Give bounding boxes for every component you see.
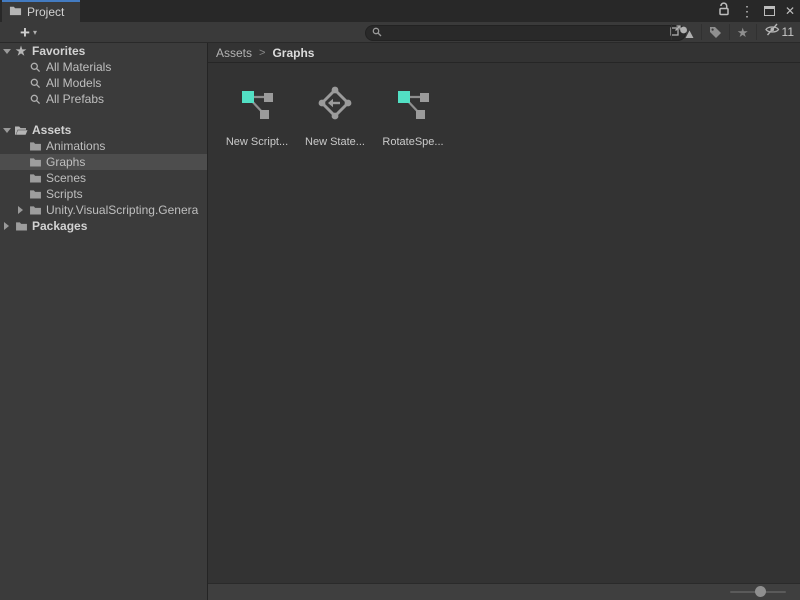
asset-item-rotatespeed[interactable]: RotateSpe... — [376, 86, 450, 148]
sidebar-item-label: Packages — [32, 219, 87, 233]
state-graph-icon — [318, 86, 352, 125]
sidebar-item-label: Scripts — [46, 187, 83, 201]
breadcrumb-assets[interactable]: Assets — [216, 46, 252, 60]
asset-grid: New Script... New State... — [208, 64, 800, 583]
add-asset-button[interactable]: + ▾ — [20, 22, 37, 42]
sidebar-item-graphs[interactable]: Graphs — [0, 154, 207, 170]
asset-label: New Script... — [226, 136, 288, 148]
sidebar-item-all-materials[interactable]: All Materials — [0, 59, 207, 75]
search-input[interactable] — [382, 26, 669, 40]
slider-knob[interactable] — [755, 586, 766, 597]
section-gap — [0, 107, 207, 122]
tab-label: Project — [27, 5, 64, 19]
kebab-menu-icon[interactable]: ⋮ — [740, 4, 754, 18]
asset-item-new-script[interactable]: New Script... — [220, 86, 294, 148]
sidebar-item-label: All Prefabs — [46, 92, 104, 106]
asset-item-new-state[interactable]: New State... — [298, 86, 372, 148]
sidebar-item-label: Favorites — [32, 44, 85, 58]
tab-project[interactable]: Project — [2, 0, 80, 22]
breadcrumb: Assets > Graphs — [208, 43, 800, 63]
search-by-label-icon[interactable] — [702, 22, 729, 42]
sidebar-item-label: Assets — [32, 123, 71, 137]
hidden-count-button[interactable]: 11 — [757, 22, 798, 42]
sidebar-item-unity-visualscripting[interactable]: Unity.VisualScripting.Genera — [0, 202, 207, 218]
status-bar — [208, 583, 800, 600]
sidebar-item-label: Unity.VisualScripting.Genera — [46, 203, 198, 217]
star-icon: ★ — [13, 45, 29, 57]
sidebar-item-scripts[interactable]: Scripts — [0, 186, 207, 202]
asset-label: RotateSpe... — [382, 136, 443, 148]
toolbar: + ▾ ★ — [0, 22, 800, 43]
sidebar-item-label: Scenes — [46, 171, 86, 185]
folder-icon — [9, 3, 22, 21]
maximize-icon[interactable] — [764, 6, 775, 16]
breadcrumb-separator: > — [259, 47, 265, 59]
sidebar-item-label: All Models — [46, 76, 101, 90]
chevron-down-icon[interactable] — [0, 49, 13, 54]
save-search-star-icon[interactable]: ★ — [730, 22, 756, 42]
asset-browser-pane: Assets > Graphs New Script... — [208, 43, 800, 600]
search-icon — [27, 94, 43, 105]
folder-open-icon — [13, 125, 29, 136]
chevron-down-icon[interactable] — [0, 128, 13, 133]
search-icon — [27, 78, 43, 89]
sidebar-item-all-prefabs[interactable]: All Prefabs — [0, 91, 207, 107]
search-icon — [372, 24, 382, 42]
chevron-right-icon[interactable] — [0, 222, 13, 230]
sidebar-item-label: Graphs — [46, 155, 85, 169]
search-icon — [27, 62, 43, 73]
sidebar-item-scenes[interactable]: Scenes — [0, 170, 207, 186]
sidebar-item-label: Animations — [46, 139, 105, 153]
sidebar-item-favorites[interactable]: ★ Favorites — [0, 43, 207, 59]
script-graph-icon — [396, 86, 430, 125]
plus-icon: + — [20, 24, 30, 41]
chevron-down-icon: ▾ — [33, 28, 37, 37]
tab-bar: Project ⋮ ✕ — [0, 0, 800, 22]
folder-icon — [27, 157, 43, 167]
close-icon[interactable]: ✕ — [785, 5, 795, 17]
folder-icon — [13, 221, 29, 231]
sidebar-item-assets[interactable]: Assets — [0, 122, 207, 138]
project-tree-sidebar: ★ Favorites All Materials All Models All… — [0, 43, 207, 600]
icon-size-slider[interactable] — [730, 586, 786, 597]
unlock-icon[interactable] — [717, 2, 730, 21]
hidden-count: 11 — [782, 25, 794, 39]
breadcrumb-graphs[interactable]: Graphs — [272, 46, 314, 60]
search-field[interactable] — [365, 25, 686, 41]
eye-slash-icon — [764, 23, 781, 41]
sidebar-item-all-models[interactable]: All Models — [0, 75, 207, 91]
folder-icon — [27, 205, 43, 215]
chevron-right-icon[interactable] — [14, 206, 27, 214]
sidebar-item-packages[interactable]: Packages — [0, 218, 207, 234]
folder-icon — [27, 189, 43, 199]
search-by-type-icon[interactable] — [672, 22, 701, 42]
sidebar-item-label: All Materials — [46, 60, 111, 74]
folder-icon — [27, 141, 43, 151]
asset-label: New State... — [305, 136, 365, 148]
sidebar-item-animations[interactable]: Animations — [0, 138, 207, 154]
script-graph-icon — [240, 86, 274, 125]
folder-icon — [27, 173, 43, 183]
